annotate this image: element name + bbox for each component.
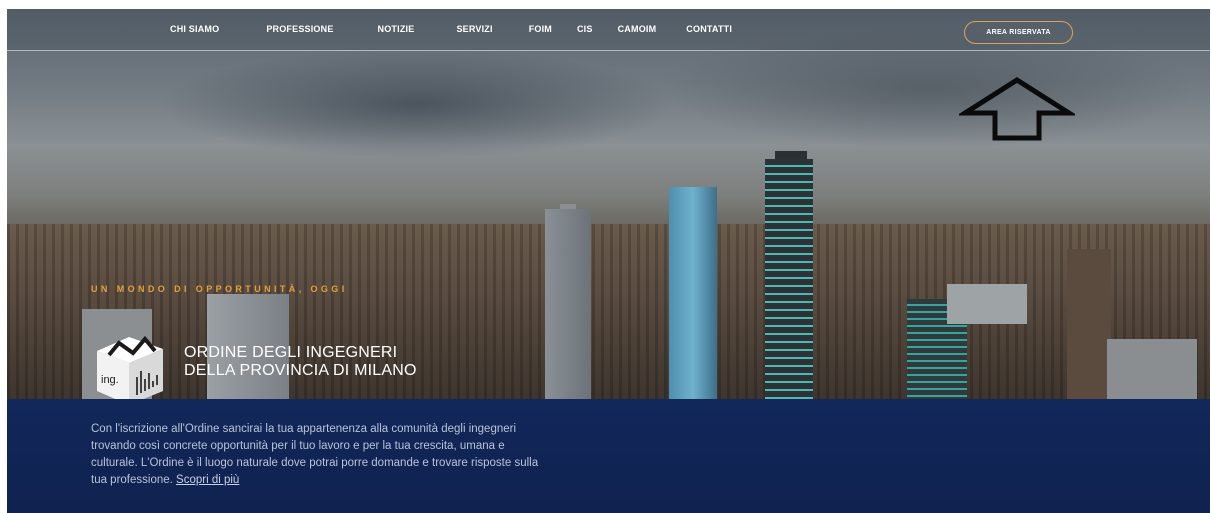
nav-item-notizie[interactable]: NOTIZIE	[378, 24, 415, 34]
building	[545, 209, 591, 399]
nav-item-chi-siamo[interactable]: CHI SIAMO	[170, 24, 219, 34]
intro-section: Con l'iscrizione all'Ordine sancirai la …	[7, 399, 1210, 513]
logo-text: ing.	[101, 374, 119, 386]
building	[1067, 249, 1111, 399]
nav-item-professione[interactable]: PROFESSIONE	[266, 24, 333, 34]
up-arrow-annotation-icon	[959, 77, 1075, 141]
hero-tagline: UN MONDO DI OPPORTUNITÀ, OGGI	[91, 284, 348, 294]
intro-paragraph: Con l'iscrizione all'Ordine sancirai la …	[91, 421, 541, 489]
organization-name: ORDINE DEGLI INGEGNERI DELLA PROVINCIA D…	[184, 344, 417, 380]
nav-menu: CHI SIAMO PROFESSIONE NOTIZIE SERVIZI FO…	[170, 24, 732, 34]
nav-item-servizi[interactable]: SERVIZI	[456, 24, 492, 34]
nav-item-cis[interactable]: CIS	[577, 24, 593, 34]
top-navigation: CHI SIAMO PROFESSIONE NOTIZIE SERVIZI FO…	[7, 9, 1210, 51]
building-vertical-forest	[765, 159, 813, 399]
hero-background	[7, 9, 1210, 399]
page-frame: CHI SIAMO PROFESSIONE NOTIZIE SERVIZI FO…	[7, 9, 1210, 513]
building-glass-tower	[669, 187, 717, 399]
nav-item-contatti[interactable]: CONTATTI	[686, 24, 732, 34]
building	[947, 284, 1027, 324]
org-name-line-2: DELLA PROVINCIA DI MILANO	[184, 362, 417, 379]
intro-text: Con l'iscrizione all'Ordine sancirai la …	[91, 423, 539, 486]
nav-item-camoim[interactable]: CAMOIM	[618, 24, 657, 34]
nav-item-foim[interactable]: FOIM	[529, 24, 552, 34]
cloud	[157, 49, 677, 159]
scopri-di-piu-link[interactable]: Scopri di più	[176, 474, 239, 486]
building	[1107, 339, 1197, 399]
org-name-line-1: ORDINE DEGLI INGEGNERI	[184, 344, 398, 361]
area-riservata-button[interactable]: AREA RISERVATA	[964, 21, 1073, 44]
ordine-ingegneri-logo-icon: ing.	[97, 335, 163, 405]
